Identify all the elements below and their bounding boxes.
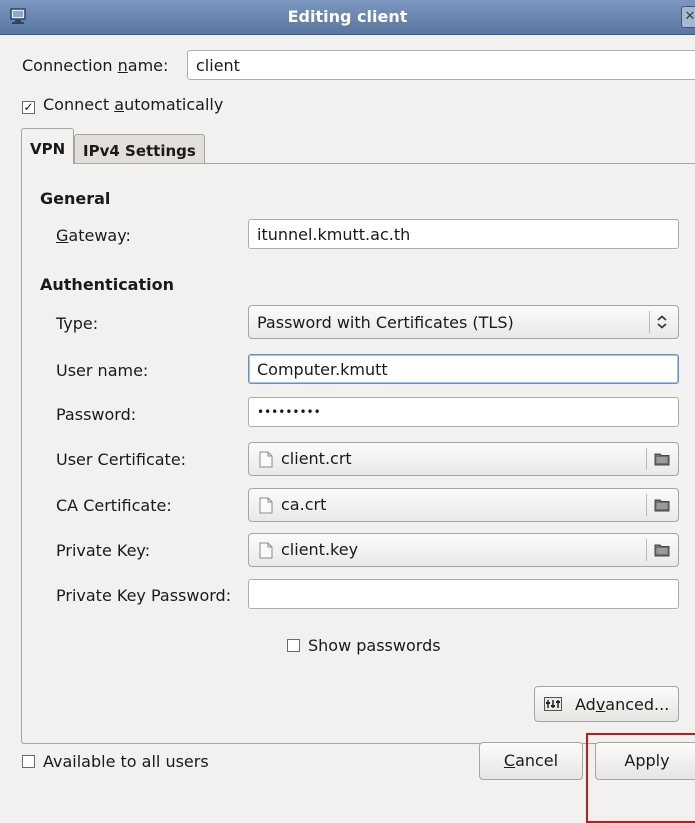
document-icon: [259, 542, 273, 559]
auth-type-value: Password with Certificates (TLS): [257, 313, 514, 332]
ca-certificate-value: ca.crt: [281, 495, 327, 514]
user-certificate-chooser[interactable]: client.crt: [248, 442, 679, 476]
combo-arrows-icon: [657, 315, 667, 329]
connection-name-input[interactable]: [187, 50, 695, 80]
username-input[interactable]: [248, 354, 679, 384]
ca-certificate-label: CA Certificate:: [56, 496, 172, 515]
tab-ipv4-settings[interactable]: IPv4 Settings: [74, 134, 205, 163]
advanced-settings-icon: [544, 697, 562, 711]
folder-icon: [654, 453, 670, 466]
advanced-button-label: Advanced...: [575, 695, 670, 714]
auth-type-select[interactable]: Password with Certificates (TLS): [248, 305, 679, 339]
show-passwords-checkbox[interactable]: Show passwords: [287, 636, 441, 655]
type-label: Type:: [56, 314, 99, 333]
connection-name-label: Connection name:: [22, 56, 169, 75]
general-heading: General: [40, 189, 111, 208]
private-key-chooser[interactable]: client.key: [248, 533, 679, 567]
connect-automatically-checkbox[interactable]: ✓ Connect automatically: [22, 95, 223, 114]
apply-highlight-box: [586, 733, 695, 823]
folder-icon: [654, 544, 670, 557]
cancel-button[interactable]: Cancel: [479, 742, 583, 780]
gateway-input[interactable]: [248, 219, 679, 249]
user-certificate-value: client.crt: [281, 449, 352, 468]
document-icon: [259, 451, 273, 468]
ca-certificate-chooser[interactable]: ca.crt: [248, 488, 679, 522]
window-titlebar[interactable]: Editing client ✕: [0, 0, 695, 35]
private-key-label: Private Key:: [56, 541, 151, 560]
username-label: User name:: [56, 361, 149, 380]
combo-separator: [649, 311, 650, 333]
authentication-heading: Authentication: [40, 275, 174, 294]
user-certificate-label: User Certificate:: [56, 450, 187, 469]
window-title: Editing client: [287, 7, 408, 26]
document-icon: [259, 497, 273, 514]
chooser-separator: [646, 448, 647, 470]
checkbox-checked-icon: ✓: [22, 100, 35, 114]
password-input[interactable]: •••••••••: [248, 397, 679, 427]
private-key-value: client.key: [281, 540, 359, 559]
checkbox-unchecked-icon: [22, 755, 35, 768]
gateway-label: Gateway:: [56, 226, 131, 245]
folder-icon: [654, 499, 670, 512]
chooser-separator: [646, 494, 647, 516]
advanced-button[interactable]: Advanced...: [534, 686, 679, 722]
checkbox-unchecked-icon: [287, 639, 300, 652]
available-to-all-users-checkbox[interactable]: Available to all users: [22, 752, 209, 771]
tab-vpn[interactable]: VPN: [21, 128, 75, 164]
private-key-password-label: Private Key Password:: [56, 586, 232, 605]
close-icon[interactable]: ✕: [681, 6, 695, 28]
private-key-password-input[interactable]: [248, 579, 679, 609]
password-label: Password:: [56, 405, 137, 424]
chooser-separator: [646, 539, 647, 561]
